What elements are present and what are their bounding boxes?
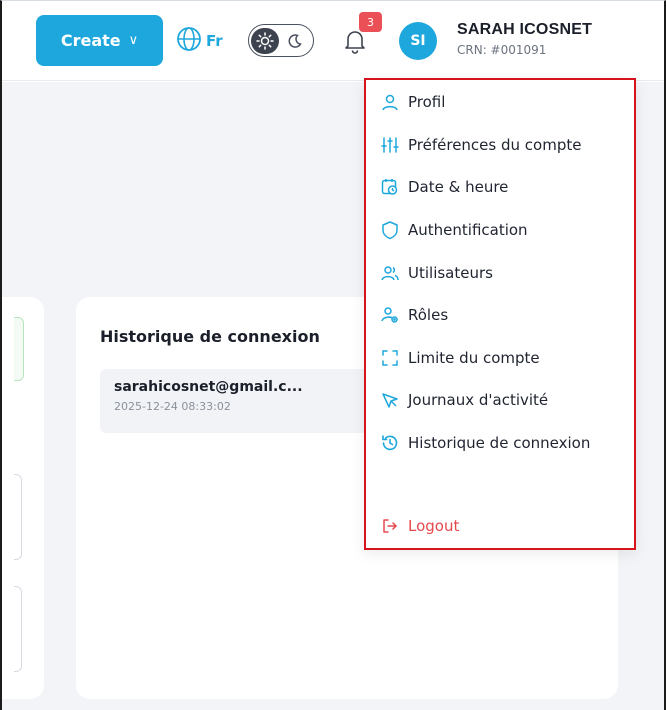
left-card-status-box: [14, 317, 24, 381]
left-card-box: [14, 586, 22, 672]
login-history-title: Historique de connexion: [100, 327, 320, 346]
menu-item-label: Journaux d'activité: [408, 391, 549, 409]
theme-toggle[interactable]: [248, 24, 314, 57]
notification-count-badge: 3: [359, 12, 382, 32]
app-frame: Create ∨ Fr 3 SI SARAH ICOSNET CRN: #001…: [0, 0, 666, 710]
login-history-email: sarahicosnet@gmail.c...: [114, 379, 303, 395]
avatar[interactable]: SI: [399, 22, 437, 60]
menu-item-limite-du-compte[interactable]: Limite du compte: [380, 345, 540, 371]
menu-item-historique-connexion[interactable]: Historique de connexion: [380, 430, 590, 456]
menu-item-label: Authentification: [408, 221, 528, 239]
menu-item-label: Profil: [408, 93, 446, 111]
chevron-down-icon: ∨: [128, 33, 139, 48]
menu-item-profil[interactable]: Profil: [380, 89, 445, 115]
sliders-icon: [380, 135, 400, 155]
logout-button[interactable]: Logout: [380, 513, 459, 539]
moon-icon: [284, 30, 306, 52]
cursor-icon: [380, 390, 400, 410]
menu-item-preferences[interactable]: Préférences du compte: [380, 132, 581, 158]
language-label: Fr: [206, 32, 223, 50]
menu-item-label: Historique de connexion: [408, 434, 591, 452]
create-button[interactable]: Create ∨: [36, 15, 163, 66]
menu-item-label: Utilisateurs: [408, 264, 493, 282]
history-icon: [380, 433, 400, 453]
shield-icon: [380, 220, 400, 240]
left-card-box: [14, 474, 22, 560]
logout-label: Logout: [408, 517, 460, 535]
calendar-clock-icon: [380, 177, 400, 197]
user-crn: CRN: #001091: [457, 43, 547, 57]
menu-item-label: Rôles: [408, 306, 449, 324]
sun-icon: [251, 27, 279, 54]
login-history-timestamp: 2025-12-24 08:33:02: [114, 400, 231, 413]
menu-item-label: Préférences du compte: [408, 136, 582, 154]
menu-item-utilisateurs[interactable]: Utilisateurs: [380, 260, 493, 286]
user-icon: [380, 92, 400, 112]
language-switcher[interactable]: Fr: [176, 27, 223, 55]
menu-item-label: Limite du compte: [408, 349, 540, 367]
user-gear-icon: [380, 305, 400, 325]
users-icon: [380, 263, 400, 283]
frame-corners-icon: [380, 348, 400, 368]
user-name[interactable]: SARAH ICOSNET: [457, 21, 592, 39]
menu-item-journaux-activite[interactable]: Journaux d'activité: [380, 387, 548, 413]
menu-item-authentification[interactable]: Authentification: [380, 217, 528, 243]
create-button-label: Create: [60, 31, 121, 50]
login-history-item: sarahicosnet@gmail.c... 2025-12-24 08:33…: [100, 369, 370, 433]
account-dropdown-menu: Profil Préférences du compte Date & heur…: [364, 78, 636, 550]
top-bar: Create ∨ Fr 3 SI SARAH ICOSNET CRN: #001…: [2, 1, 664, 81]
menu-item-label: Date & heure: [408, 178, 509, 196]
globe-icon: [176, 26, 202, 56]
menu-item-date-heure[interactable]: Date & heure: [380, 174, 508, 200]
logout-icon: [380, 516, 400, 536]
menu-item-roles[interactable]: Rôles: [380, 302, 448, 328]
